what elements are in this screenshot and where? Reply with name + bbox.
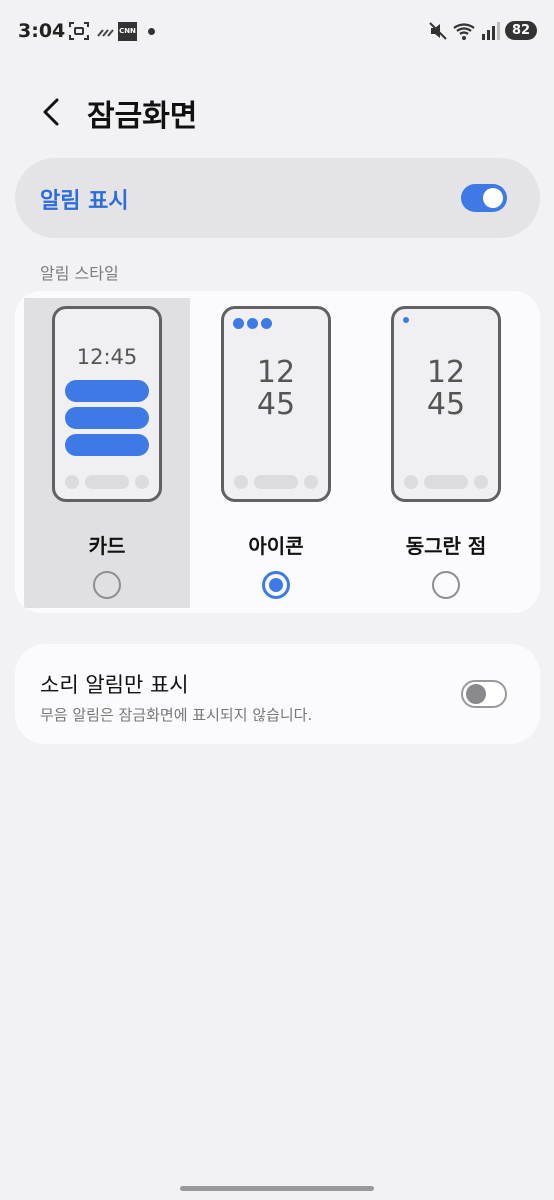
dot-radio[interactable] <box>432 571 460 599</box>
preview-clock-hour: 12 <box>256 355 296 390</box>
style-option-label: 아이콘 <box>248 534 304 558</box>
style-option-label: 카드 <box>88 534 126 558</box>
sound-only-subtitle: 무음 알림은 잠금화면에 표시되지 않습니다. <box>40 706 313 724</box>
dock-pill <box>424 475 468 489</box>
toggle-knob <box>483 188 503 208</box>
toggle-knob <box>466 684 486 704</box>
show-notifications-row[interactable]: 알림 표시 <box>15 158 540 238</box>
notification-card-bar <box>65 407 149 429</box>
card-style-preview: 12:45 <box>52 306 162 502</box>
card-radio[interactable] <box>93 571 121 599</box>
preview-clock-minute: 45 <box>426 387 466 422</box>
dock-pill <box>254 475 298 489</box>
notification-style-label: 알림 스타일 <box>40 264 119 283</box>
dock-dot <box>65 475 79 489</box>
cellular-icon <box>480 20 500 46</box>
notification-icon-dot <box>233 318 244 329</box>
dot-icon <box>148 28 155 35</box>
status-time: 3:04 <box>18 20 66 42</box>
notification-icon-dot <box>261 318 272 329</box>
style-option-dot[interactable]: 12 45 동그란 점 <box>363 298 529 608</box>
dock-dot <box>135 475 149 489</box>
dock-dot <box>474 475 488 489</box>
style-option-card[interactable]: 12:45 카드 <box>24 298 190 608</box>
notification-style-card: 12:45 카드 12 45 아이콘 12 45 동그란 점 <box>15 291 540 613</box>
style-option-icon[interactable]: 12 45 아이콘 <box>193 298 359 608</box>
navigation-handle[interactable] <box>180 1186 374 1191</box>
mute-icon <box>428 20 448 46</box>
sound-only-row[interactable]: 소리 알림만 표시 무음 알림은 잠금화면에 표시되지 않습니다. <box>15 644 540 744</box>
notification-card-bar <box>65 434 149 456</box>
sound-only-toggle[interactable] <box>461 680 507 708</box>
notification-icon-dot <box>247 318 258 329</box>
signal-strength-icon <box>95 20 115 46</box>
back-arrow-icon <box>43 98 59 126</box>
status-bar: 3:04 CNN 82 <box>0 0 554 62</box>
dot-style-preview: 12 45 <box>391 306 501 502</box>
preview-clock-minute: 45 <box>256 387 296 422</box>
style-option-label: 동그란 점 <box>405 534 487 558</box>
dock-dot <box>234 475 248 489</box>
wifi-icon <box>452 20 478 46</box>
show-notifications-toggle[interactable] <box>461 184 507 212</box>
back-button[interactable] <box>36 92 66 132</box>
icon-style-preview: 12 45 <box>221 306 331 502</box>
show-notifications-label: 알림 표시 <box>40 189 129 214</box>
page-title: 잠금화면 <box>87 99 198 134</box>
dock-dot <box>404 475 418 489</box>
battery-indicator: 82 <box>505 21 537 40</box>
screenshot-icon <box>68 20 90 46</box>
dock-pill <box>85 475 129 489</box>
icon-radio[interactable] <box>262 571 290 599</box>
cnn-app-icon: CNN <box>118 22 137 41</box>
notification-dot <box>403 317 409 323</box>
preview-clock: 12:45 <box>76 345 138 369</box>
notification-card-bar <box>65 380 149 402</box>
sound-only-title: 소리 알림만 표시 <box>40 673 189 697</box>
dock-dot <box>304 475 318 489</box>
preview-clock-hour: 12 <box>426 355 466 390</box>
